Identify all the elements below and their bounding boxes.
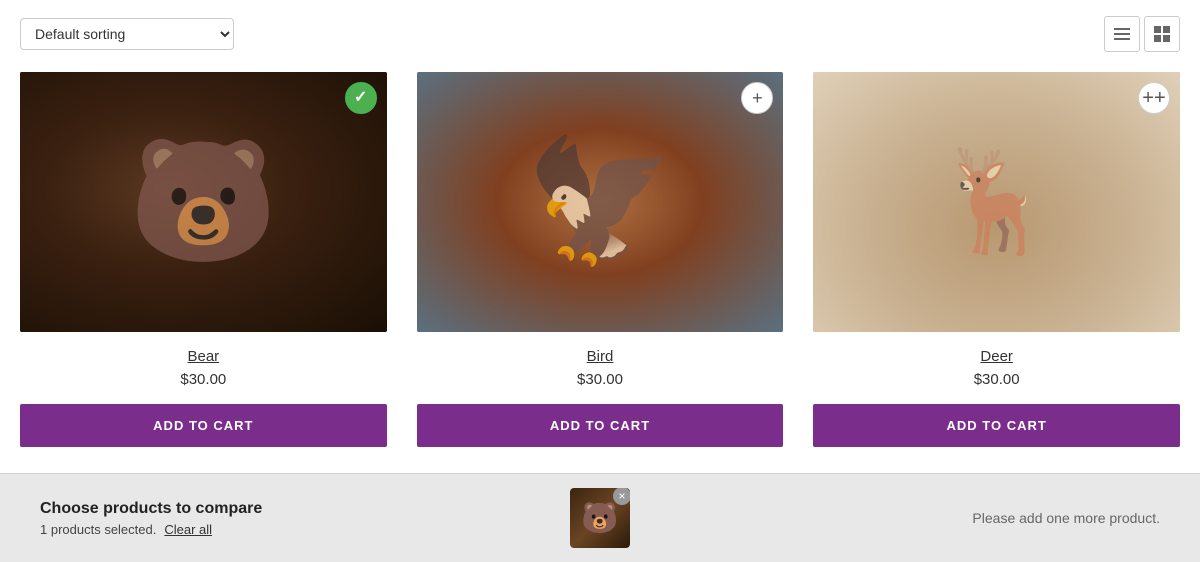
- compare-bar-left: Choose products to compare 1 products se…: [40, 500, 550, 537]
- compare-thumbnail-bear: 🐻 ×: [570, 488, 630, 548]
- thumbnail-icon: 🐻: [581, 501, 618, 536]
- product-image-bird: [417, 72, 784, 332]
- view-toggle: [1104, 16, 1180, 52]
- product-name-deer[interactable]: Deer: [980, 348, 1013, 365]
- list-view-button[interactable]: [1104, 16, 1140, 52]
- product-price-bear: $30.00: [180, 371, 226, 388]
- clear-all-link[interactable]: Clear all: [164, 522, 212, 537]
- add-to-cart-button-deer[interactable]: ADD TO CART: [813, 404, 1180, 447]
- compare-bar-title: Choose products to compare: [40, 500, 550, 518]
- product-card-bird: Bird $30.00 ADD TO CART: [417, 72, 784, 447]
- compare-button-bear[interactable]: [345, 82, 377, 114]
- grid-icon: [1154, 26, 1170, 42]
- compare-button-deer[interactable]: +: [1138, 82, 1170, 114]
- sort-select[interactable]: Default sorting Sort by popularity Sort …: [20, 18, 234, 50]
- product-name-bird[interactable]: Bird: [587, 348, 614, 365]
- product-image-wrapper-bird: [417, 72, 784, 332]
- product-price-deer: $30.00: [974, 371, 1020, 388]
- product-grid: Bear $30.00 ADD TO CART Bird $30.00 ADD …: [20, 72, 1180, 467]
- compare-bar-subtitle: 1 products selected. Clear all: [40, 522, 550, 537]
- list-icon: [1114, 26, 1130, 42]
- product-card-bear: Bear $30.00 ADD TO CART: [20, 72, 387, 447]
- product-name-bear[interactable]: Bear: [187, 348, 219, 365]
- page-wrapper: Default sorting Sort by popularity Sort …: [0, 0, 1200, 467]
- add-to-cart-button-bear[interactable]: ADD TO CART: [20, 404, 387, 447]
- product-image-deer: [813, 72, 1180, 332]
- remove-thumbnail-button[interactable]: ×: [613, 488, 630, 505]
- product-card-deer: + Deer $30.00 ADD TO CART: [813, 72, 1180, 447]
- product-image-wrapper-bear: [20, 72, 387, 332]
- selected-count: 1 products selected.: [40, 522, 156, 537]
- compare-bar-right: Please add one more product.: [650, 510, 1160, 526]
- compare-bar: Choose products to compare 1 products se…: [0, 473, 1200, 562]
- grid-view-button[interactable]: [1144, 16, 1180, 52]
- product-price-bird: $30.00: [577, 371, 623, 388]
- product-image-bear: [20, 72, 387, 332]
- add-to-cart-button-bird[interactable]: ADD TO CART: [417, 404, 784, 447]
- product-image-wrapper-deer: +: [813, 72, 1180, 332]
- toolbar: Default sorting Sort by popularity Sort …: [20, 0, 1180, 72]
- compare-notice: Please add one more product.: [972, 510, 1160, 526]
